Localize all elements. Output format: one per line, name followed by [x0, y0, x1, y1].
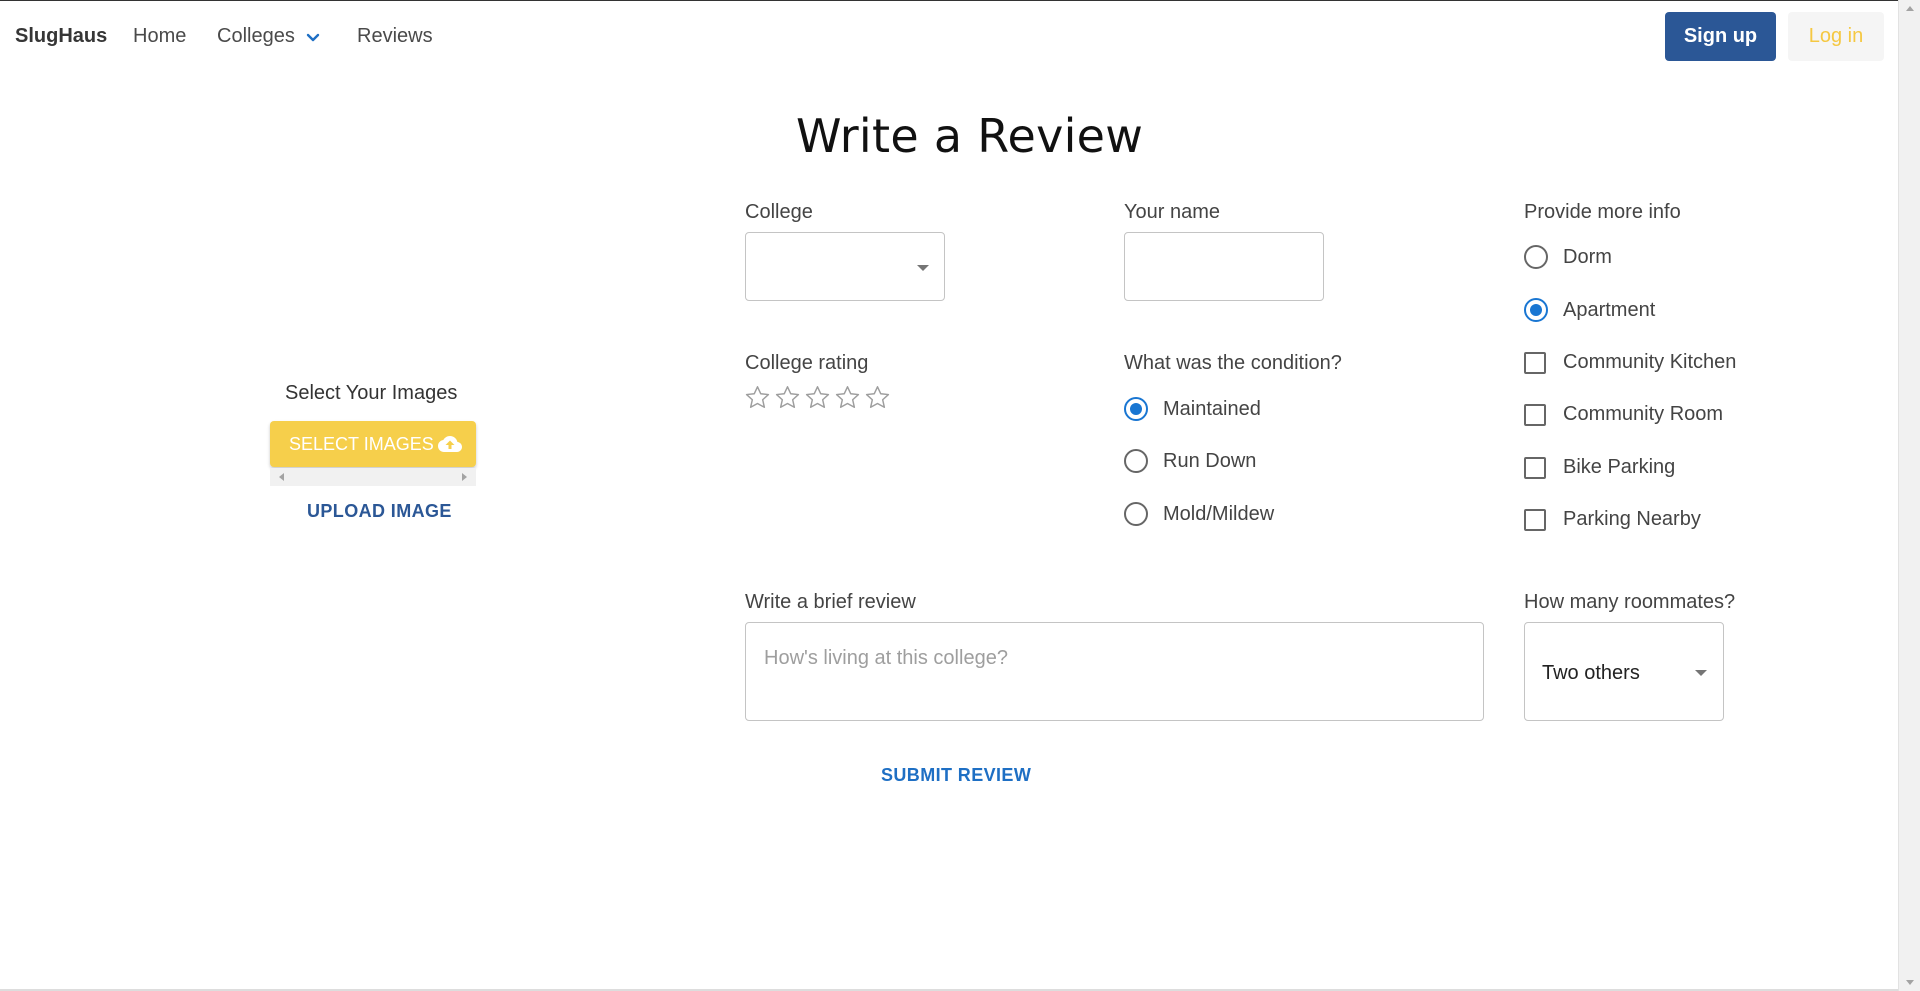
page-title: Write a Review	[796, 109, 1144, 163]
dropdown-caret-icon	[917, 265, 929, 271]
housing-option-dorm[interactable]: Dorm	[1524, 245, 1612, 269]
condition-option-run-down[interactable]: Run Down	[1124, 449, 1256, 473]
dropdown-caret-icon	[1695, 670, 1707, 676]
scroll-left-icon[interactable]	[279, 473, 284, 481]
radio-mold-mildew[interactable]	[1124, 502, 1148, 526]
checkbox-community-kitchen[interactable]	[1524, 351, 1546, 374]
star-icon[interactable]	[774, 384, 801, 411]
name-input[interactable]	[1124, 232, 1324, 301]
condition-option-label: Maintained	[1163, 397, 1261, 420]
brand-logo[interactable]: SlugHaus	[15, 25, 107, 48]
condition-label: What was the condition?	[1124, 352, 1342, 374]
housing-option-label: Dorm	[1563, 245, 1612, 268]
amenity-community-room[interactable]: Community Room	[1524, 403, 1723, 426]
star-icon[interactable]	[804, 384, 831, 411]
condition-option-maintained[interactable]: Maintained	[1124, 397, 1261, 421]
checkbox-bike-parking[interactable]	[1524, 456, 1546, 479]
chevron-down-icon[interactable]	[306, 31, 320, 45]
amenity-label: Community Room	[1563, 403, 1724, 425]
roommates-select[interactable]: Two others	[1524, 622, 1724, 721]
more-info-label: Provide more info	[1524, 201, 1681, 223]
radio-apartment[interactable]	[1524, 298, 1548, 322]
radio-dorm[interactable]	[1524, 245, 1548, 269]
signup-button[interactable]: Sign up	[1665, 12, 1776, 61]
amenity-community-kitchen[interactable]: Community Kitchen	[1524, 351, 1736, 374]
select-images-button[interactable]: SELECT IMAGES	[270, 421, 476, 467]
upload-image-button[interactable]: UPLOAD IMAGE	[307, 501, 452, 522]
roommates-select-value: Two others	[1542, 662, 1640, 684]
star-icon[interactable]	[864, 384, 891, 411]
amenity-label: Parking Nearby	[1563, 508, 1701, 530]
amenity-bike-parking[interactable]: Bike Parking	[1524, 456, 1675, 479]
college-label: College	[745, 201, 813, 223]
submit-review-button[interactable]: SUBMIT REVIEW	[881, 765, 1031, 786]
housing-option-apartment[interactable]: Apartment	[1524, 298, 1655, 322]
checkbox-community-room[interactable]	[1524, 403, 1546, 426]
select-images-label: Select Your Images	[285, 382, 458, 404]
review-placeholder: How's living at this college?	[764, 647, 1008, 669]
condition-option-label: Mold/Mildew	[1163, 502, 1275, 525]
rating-stars[interactable]	[744, 384, 891, 411]
login-button[interactable]: Log in	[1788, 12, 1884, 61]
scroll-right-icon[interactable]	[462, 473, 467, 481]
star-icon[interactable]	[834, 384, 861, 411]
image-preview-scrollbar[interactable]	[270, 468, 476, 486]
cloud-upload-icon	[438, 436, 462, 452]
star-icon[interactable]	[744, 384, 771, 411]
radio-run-down[interactable]	[1124, 449, 1148, 473]
nav-colleges-link[interactable]: Colleges	[217, 25, 295, 48]
scroll-up-icon[interactable]	[1906, 6, 1914, 11]
condition-option-mold-mildew[interactable]: Mold/Mildew	[1124, 502, 1274, 526]
amenity-parking-nearby[interactable]: Parking Nearby	[1524, 508, 1701, 531]
amenity-label: Bike Parking	[1563, 456, 1676, 478]
nav-reviews-link[interactable]: Reviews	[357, 25, 433, 48]
roommates-label: How many roommates?	[1524, 591, 1736, 613]
nav-home-link[interactable]: Home	[133, 25, 186, 48]
condition-option-label: Run Down	[1163, 449, 1257, 472]
checkbox-parking-nearby[interactable]	[1524, 508, 1546, 531]
amenity-label: Community Kitchen	[1563, 351, 1737, 373]
scroll-down-icon[interactable]	[1906, 980, 1914, 985]
navbar: SlugHaus Home Colleges Reviews Sign up L…	[0, 1, 1898, 77]
review-label: Write a brief review	[745, 591, 916, 613]
review-textarea[interactable]: How's living at this college?	[745, 622, 1484, 721]
page: SlugHaus Home Colleges Reviews Sign up L…	[0, 0, 1898, 991]
name-label: Your name	[1124, 201, 1220, 223]
housing-option-label: Apartment	[1563, 298, 1656, 321]
radio-maintained[interactable]	[1124, 397, 1148, 421]
page-scrollbar[interactable]	[1898, 0, 1920, 991]
rating-label: College rating	[745, 352, 869, 374]
college-select[interactable]	[745, 232, 945, 301]
select-images-label-text: SELECT IMAGES	[289, 433, 434, 454]
